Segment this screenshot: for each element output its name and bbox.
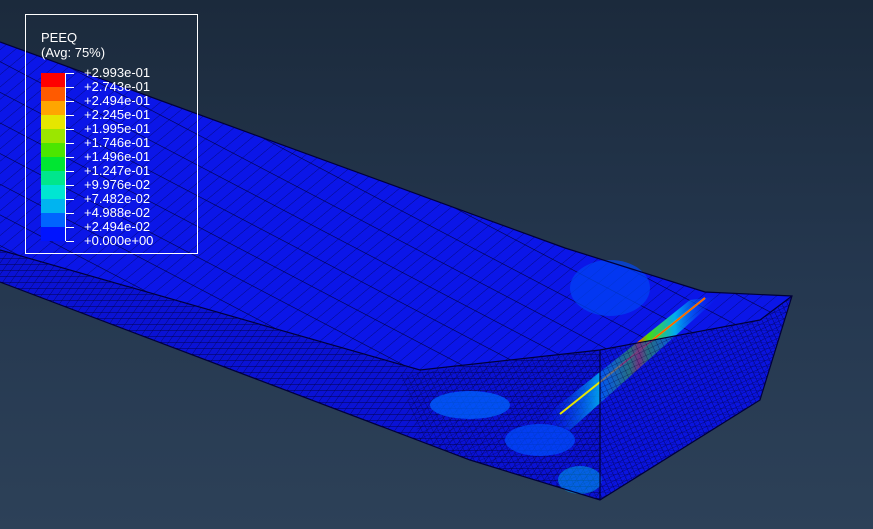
- legend-tick: [66, 157, 74, 158]
- legend-tick: [66, 241, 74, 242]
- legend-swatch: [41, 213, 66, 227]
- contour-blob-2: [570, 260, 650, 316]
- legend-title: PEEQ: [41, 30, 78, 45]
- legend-tick-label: +2.494e-01: [84, 93, 151, 108]
- legend-swatch: [41, 185, 66, 199]
- legend-tick: [66, 87, 74, 88]
- legend-color-scale: [41, 73, 74, 242]
- legend-tick: [66, 115, 74, 116]
- legend-swatch: [41, 87, 66, 101]
- legend-tick-label: +7.482e-02: [84, 191, 151, 206]
- legend-tick-label: +1.247e-01: [84, 163, 151, 178]
- legend-tick-label: +1.746e-01: [84, 135, 151, 150]
- legend-swatch: [41, 115, 66, 129]
- legend-swatch: [41, 101, 66, 115]
- legend-swatch: [41, 227, 66, 241]
- contour-blob-3: [505, 424, 575, 456]
- legend-tick-label: +2.245e-01: [84, 107, 151, 122]
- legend-tick-label: +9.976e-02: [84, 177, 151, 192]
- legend-swatch: [41, 171, 66, 185]
- contour-blob-4: [558, 466, 602, 494]
- contour-blob-1: [430, 391, 510, 419]
- legend-tick: [66, 213, 74, 214]
- legend-tick-label: +4.988e-02: [84, 205, 151, 220]
- legend: PEEQ (Avg: 75%) +2.993e-01 +2.743e-01 +2.4…: [25, 14, 198, 254]
- legend-tick-label: +1.496e-01: [84, 149, 151, 164]
- legend-swatch: [41, 199, 66, 213]
- legend-swatch: [41, 129, 66, 143]
- legend-tick: [66, 199, 74, 200]
- legend-tick: [66, 143, 74, 144]
- legend-swatch: [41, 73, 66, 87]
- legend-tick: [66, 171, 74, 172]
- legend-tick-label: +0.000e+00: [84, 233, 154, 248]
- legend-tick: [66, 101, 74, 102]
- legend-tick: [66, 73, 74, 74]
- legend-tick-label: +2.743e-01: [84, 79, 151, 94]
- legend-swatch: [41, 157, 66, 171]
- legend-swatch: [41, 143, 66, 157]
- legend-tick-label: +2.993e-01: [84, 65, 151, 80]
- legend-tick: [66, 227, 74, 228]
- legend-subtitle: (Avg: 75%): [41, 45, 106, 60]
- legend-tick: [66, 129, 74, 130]
- legend-tick: [66, 185, 74, 186]
- legend-tick-label: +1.995e-01: [84, 121, 151, 136]
- legend-tick-label: +2.494e-02: [84, 219, 151, 234]
